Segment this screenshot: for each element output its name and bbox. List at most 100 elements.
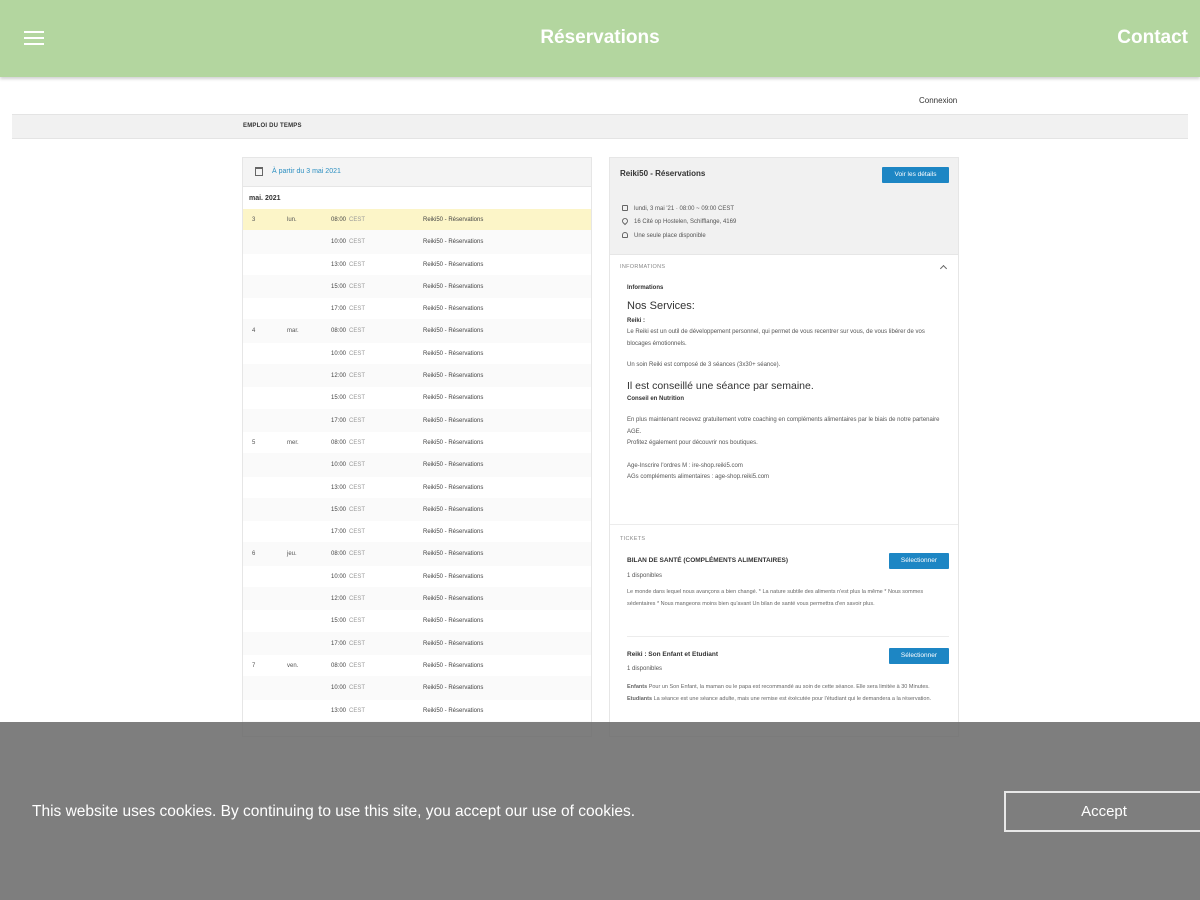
schedule-row[interactable]: 10:00 CEST Reiki50 - Réservations	[243, 566, 591, 589]
schedule-row[interactable]: 13:00 CEST Reiki50 - Réservations	[243, 700, 591, 722]
ticket-desc-enfant: Enfants Pour un Son Enfant, la maman ou …	[627, 682, 949, 694]
schedule-rows: 3 lun. 08:00 CEST Reiki50 - Réservations 10:0…	[243, 209, 591, 722]
info-title: Informations	[627, 285, 664, 291]
shop-text-1: Age-Inscrire l'ordres M : ire-shop.reiki…	[627, 462, 743, 469]
row-timezone: CEST	[349, 306, 366, 313]
row-timezone: CEST	[349, 283, 366, 290]
schedule-row[interactable]: 17:00 CEST Reiki50 - Réservations	[243, 521, 591, 544]
row-event: Reiki50 - Réservations	[423, 462, 484, 469]
schedule-row[interactable]: 13:00 CEST Reiki50 - Réservations	[243, 477, 591, 499]
divider	[610, 524, 958, 525]
row-event: Reiki50 - Réservations	[423, 662, 484, 669]
row-timezone: CEST	[349, 640, 366, 647]
row-timezone: CEST	[349, 506, 366, 513]
schedule-row[interactable]: 15:00 CEST Reiki50 - Réservations	[243, 387, 591, 410]
row-event: Reiki50 - Réservations	[423, 350, 484, 357]
shop-text-2: AGs compléments alimentaires : age-shop.…	[627, 474, 770, 480]
event-places: Une seule place disponible	[622, 232, 706, 239]
select-ticket-button[interactable]: Sélectionner	[889, 553, 949, 569]
ticket-description: Le monde dans lequel nous avançons a bie…	[627, 589, 924, 607]
row-time: 15:00 CEST	[331, 618, 365, 624]
enfant-label: Enfants	[627, 684, 648, 690]
row-day: 3	[252, 217, 256, 223]
row-timezone: CEST	[349, 373, 366, 380]
row-time: 10:00 CEST	[331, 462, 365, 468]
schedule-panel: À partir du 3 mai 2021 mai. 2021 3 lun. 08…	[242, 157, 592, 737]
row-time-value: 13:00	[331, 484, 347, 491]
select-ticket-button[interactable]: Sélectionner	[889, 648, 949, 664]
row-day: 7	[252, 662, 256, 669]
row-time-value: 12:00	[331, 373, 347, 380]
accept-cookies-button[interactable]: Accept	[1004, 791, 1200, 832]
schedule-row[interactable]: 10:00 CEST Reiki50 - Réservations	[243, 231, 591, 254]
schedule-row[interactable]: 15:00 CEST Reiki50 - Réservations	[243, 610, 591, 633]
ticket-title: Reiki : Son Enfant et Etudiant	[627, 651, 719, 658]
row-timezone: CEST	[349, 685, 366, 692]
schedule-row[interactable]: 4 mar. 08:00 CEST Reiki50 - Réservations	[243, 320, 591, 343]
schedule-row[interactable]: 15:00 CEST Reiki50 - Réservations	[243, 275, 591, 299]
row-day: 4	[252, 328, 256, 335]
row-event: Reiki50 - Réservations	[423, 551, 484, 558]
schedule-row[interactable]: 5 mer. 08:00 CEST Reiki50 - Réservations	[243, 432, 591, 455]
row-event: Reiki50 - Réservations	[423, 283, 484, 290]
row-time: 08:00 CEST	[331, 217, 365, 223]
schedule-row[interactable]: 7 ven. 08:00 CEST Reiki50 - Réservations	[243, 655, 591, 678]
schedule-row[interactable]: 3 lun. 08:00 CEST Reiki50 - Réservations	[243, 209, 591, 232]
row-time: 10:00 CEST	[331, 351, 365, 357]
row-event: Reiki50 - Réservations	[423, 439, 484, 446]
contact-link[interactable]: Contact	[1117, 27, 1188, 49]
schedule-header: À partir du 3 mai 2021	[243, 158, 591, 187]
nutrition-text-1: En plus maintenant recevez gratuitement …	[627, 417, 940, 435]
row-timezone: CEST	[349, 395, 366, 402]
schedule-row[interactable]: 6 jeu. 08:00 CEST Reiki50 - Réservations	[243, 543, 591, 566]
cookie-banner: This website uses cookies. By continuing…	[0, 722, 1200, 900]
row-time: 10:00 CEST	[331, 239, 365, 245]
row-event: Reiki50 - Réservations	[423, 573, 484, 580]
row-time: 17:00 CEST	[331, 529, 365, 535]
enfant-text: Pour un Son Enfant, la maman ou le papa …	[648, 684, 930, 690]
row-timezone: CEST	[349, 350, 366, 357]
schedule-row[interactable]: 10:00 CEST Reiki50 - Réservations	[243, 343, 591, 366]
row-time: 08:00 CEST	[331, 440, 365, 446]
event-name: Reiki50 - Réservations	[620, 169, 706, 178]
row-time: 13:00 CEST	[331, 262, 365, 268]
row-time: 17:00 CEST	[331, 306, 365, 312]
row-event: Reiki50 - Réservations	[423, 618, 484, 625]
schedule-row[interactable]: 12:00 CEST Reiki50 - Réservations	[243, 365, 591, 388]
row-event: Reiki50 - Réservations	[423, 596, 484, 603]
view-details-button[interactable]: Voir les détails	[882, 167, 949, 183]
date-filter-link[interactable]: À partir du 3 mai 2021	[272, 168, 341, 175]
schedule-row[interactable]: 13:00 CEST Reiki50 - Réservations	[243, 254, 591, 276]
chevron-up-icon[interactable]	[939, 264, 948, 273]
schedule-row[interactable]: 17:00 CEST Reiki50 - Réservations	[243, 298, 591, 321]
subnav-schedule-tab[interactable]: EMPLOI DU TEMPS	[243, 123, 302, 129]
reiki-text: Le Reiki est un outil de développement p…	[627, 329, 925, 347]
row-time-value: 08:00	[331, 217, 347, 223]
row-weekday: ven.	[287, 662, 299, 669]
ticket-description: Enfants Pour un Son Enfant, la maman ou …	[627, 682, 949, 705]
schedule-row[interactable]: 10:00 CEST Reiki50 - Réservations	[243, 677, 591, 700]
row-timezone: CEST	[349, 662, 366, 669]
connexion-link[interactable]: Connexion	[919, 96, 957, 105]
schedule-row[interactable]: 15:00 CEST Reiki50 - Réservations	[243, 498, 591, 522]
app-header: Réservations Contact	[0, 0, 1200, 77]
schedule-row[interactable]: 12:00 CEST Reiki50 - Réservations	[243, 588, 591, 611]
nutrition-label: Conseil en Nutrition	[627, 395, 684, 402]
event-date-text: lundi, 3 mai '21 · 08:00 ~ 09:00 CEST	[634, 206, 735, 212]
row-time-value: 10:00	[331, 573, 347, 580]
event-address: 16 Cité op Hostelen, Schifflange, 4169	[620, 216, 736, 226]
details-header: Reiki50 - Réservations Voir les détails …	[610, 158, 958, 255]
row-time: 10:00 CEST	[331, 685, 365, 691]
ticket-desc-etudiant: Etudiants La séance est une séance adult…	[627, 694, 949, 706]
ticket-availability: 1 disponibles	[627, 666, 663, 672]
row-timezone: CEST	[349, 484, 366, 491]
schedule-row[interactable]: 17:00 CEST Reiki50 - Réservations	[243, 409, 591, 432]
row-time-value: 08:00	[331, 328, 347, 335]
schedule-row[interactable]: 10:00 CEST Reiki50 - Réservations	[243, 454, 591, 477]
schedule-row[interactable]: 17:00 CEST Reiki50 - Réservations	[243, 632, 591, 655]
etudiant-label: Etudiants	[627, 695, 653, 702]
informations-section-label[interactable]: INFORMATIONS	[620, 264, 665, 270]
row-time-value: 13:00	[331, 707, 347, 714]
row-timezone: CEST	[349, 328, 366, 335]
person-icon	[622, 232, 628, 238]
